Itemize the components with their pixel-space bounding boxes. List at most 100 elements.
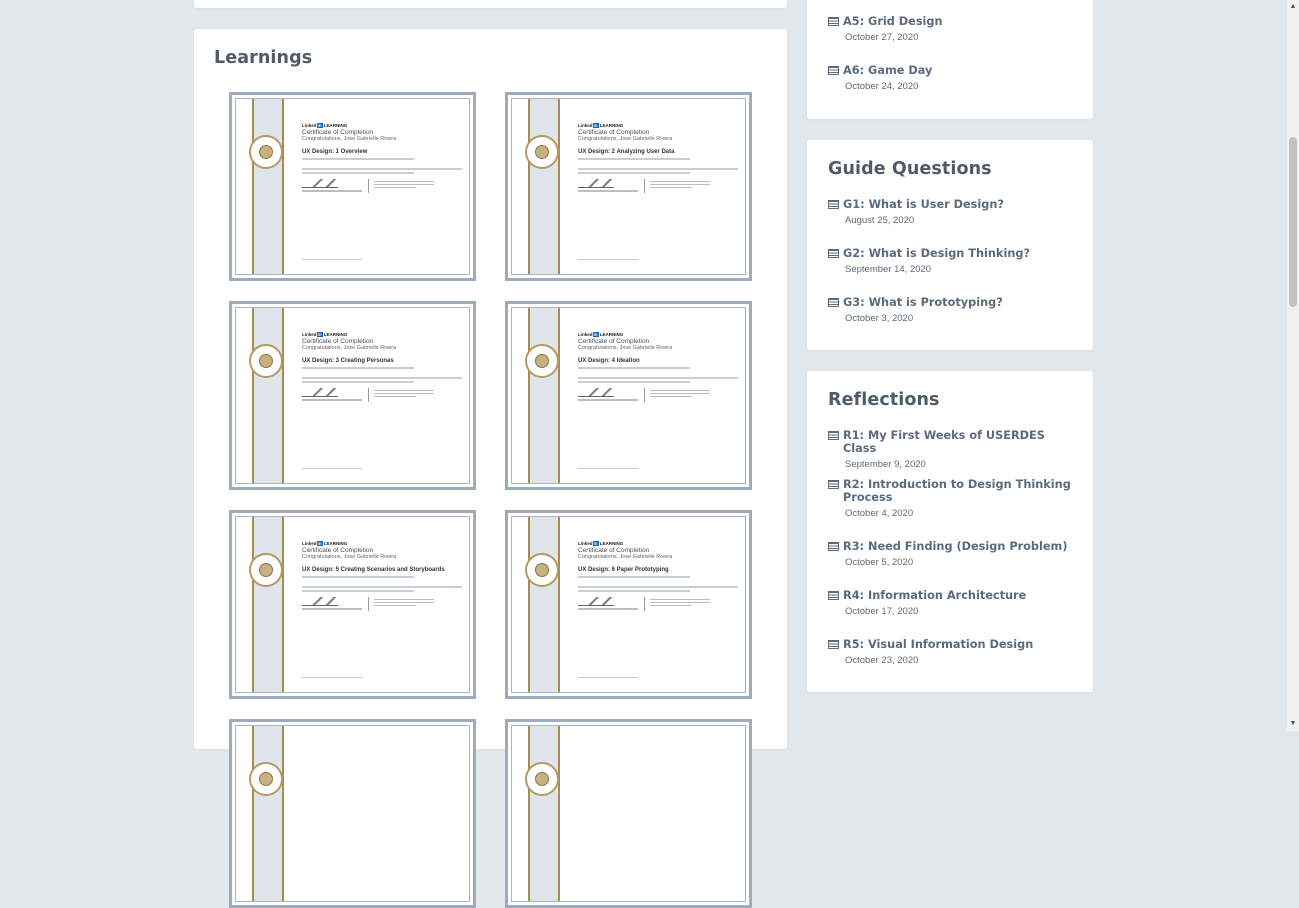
completion-seal-icon <box>525 553 559 587</box>
text-line <box>302 586 462 588</box>
certificate-image[interactable]: Linkedin LEARNING Certificate of Completi… <box>505 92 752 281</box>
post-link[interactable]: A5: Grid Design <box>828 15 1078 28</box>
text-line <box>578 576 690 578</box>
certificate-band <box>252 99 284 274</box>
post-date: August 25, 2020 <box>845 215 915 226</box>
certificate-recipient: Congratulations, Jose Gabrielle Rivera <box>578 136 673 142</box>
guide-questions-card: Guide Questions G1: What is User Design?… <box>807 140 1093 350</box>
text-line <box>302 381 414 383</box>
post-link[interactable]: R5: Visual Information Design <box>828 638 1078 651</box>
post-title[interactable]: R5: Visual Information Design <box>843 638 1033 651</box>
certificate-course-title: UX Design: 6 Paper Prototyping <box>578 567 669 573</box>
post-link[interactable]: G2: What is Design Thinking? <box>828 247 1078 260</box>
post-entry: G1: What is User Design? August 25, 2020 <box>828 198 1078 226</box>
completion-seal-icon <box>249 344 283 378</box>
post-date: October 3, 2020 <box>845 313 914 324</box>
post-title[interactable]: R1: My First Weeks of USERDES Class <box>843 429 1078 455</box>
text-line <box>302 367 414 369</box>
scroll-up-arrow-icon[interactable]: ▲ <box>1287 0 1299 14</box>
post-title[interactable]: R2: Introduction to Design Thinking Proc… <box>843 478 1078 504</box>
certificate-recipient: Congratulations, Jose Gabrielle Rivera <box>578 554 673 560</box>
certificate-recipient: Congratulations, Jose Gabrielle Rivera <box>302 136 397 142</box>
scrollbar-thumb[interactable] <box>1289 137 1297 307</box>
certificate-footer-line <box>578 258 638 260</box>
certificate-text: Linkedin LEARNING Certificate of Completi… <box>578 541 738 611</box>
text-line <box>302 576 414 578</box>
scroll-down-arrow-icon[interactable]: ▼ <box>1287 717 1299 731</box>
certificate-image[interactable]: Linkedin LEARNING Certificate of Completi… <box>229 92 476 281</box>
completion-seal-icon <box>249 135 283 169</box>
certificate-footer-line <box>302 676 362 678</box>
signature-row <box>578 597 738 611</box>
learnings-title: Learnings <box>214 48 313 68</box>
text-line <box>578 377 738 379</box>
signature-icon <box>302 388 338 397</box>
certificate-image[interactable]: Linkedin LEARNING Certificate of Completi… <box>505 510 752 699</box>
certificate-course-title: UX Design: 5 Creating Scenarios and Stor… <box>302 567 445 573</box>
post-icon <box>828 17 839 26</box>
certificate-frame <box>511 725 746 902</box>
text-line <box>578 590 690 592</box>
certificate-text: Linkedin LEARNING Certificate of Completi… <box>302 123 462 193</box>
post-title[interactable]: G3: What is Prototyping? <box>843 296 1003 309</box>
signature-icon <box>302 179 338 188</box>
post-date: September 9, 2020 <box>845 459 926 470</box>
text-line <box>302 172 414 174</box>
post-title[interactable]: R3: Need Finding (Design Problem) <box>843 540 1068 553</box>
certificate-heading: Certificate of Completion <box>578 129 650 136</box>
certificate-text: Linkedin LEARNING Certificate of Completi… <box>578 332 738 402</box>
post-link[interactable]: A6: Game Day <box>828 64 1078 77</box>
certificate-recipient: Congratulations, Jose Gabrielle Rivera <box>578 345 673 351</box>
post-date: October 24, 2020 <box>845 81 919 92</box>
certificate-image[interactable]: Linkedin LEARNING Certificate of Completi… <box>229 510 476 699</box>
text-line <box>302 590 414 592</box>
post-link[interactable]: R2: Introduction to Design Thinking Proc… <box>828 478 1078 504</box>
page-scrollbar[interactable]: ▲ ▼ <box>1287 0 1299 731</box>
post-entry: A5: Grid Design October 27, 2020 <box>828 15 1078 43</box>
text-line <box>578 158 690 160</box>
certificate-footer-line <box>578 676 638 678</box>
certificate-band <box>528 308 560 483</box>
post-title[interactable]: A6: Game Day <box>843 64 932 77</box>
signature-icon <box>578 179 614 188</box>
post-link[interactable]: G1: What is User Design? <box>828 198 1078 211</box>
post-date: October 23, 2020 <box>845 655 919 666</box>
certificate-frame: Linkedin LEARNING Certificate of Completi… <box>235 307 470 484</box>
signature-icon <box>578 388 614 397</box>
text-line <box>302 168 462 170</box>
post-icon <box>828 249 839 258</box>
certificate-band <box>252 308 284 483</box>
certificate-band <box>252 726 284 901</box>
post-entry: R3: Need Finding (Design Problem) Octobe… <box>828 540 1078 568</box>
certificate-heading: Certificate of Completion <box>302 338 374 345</box>
signature-row <box>578 179 738 193</box>
certificate-frame: Linkedin LEARNING Certificate of Completi… <box>235 98 470 275</box>
certificate-image[interactable]: Linkedin LEARNING Certificate of Completi… <box>505 301 752 490</box>
certificate-heading: Certificate of Completion <box>578 338 650 345</box>
post-link[interactable]: R3: Need Finding (Design Problem) <box>828 540 1078 553</box>
certificate-frame <box>235 725 470 902</box>
post-link[interactable]: R1: My First Weeks of USERDES Class <box>828 429 1078 455</box>
certificate-image[interactable] <box>229 719 476 908</box>
signature-row <box>302 597 462 611</box>
post-title[interactable]: G1: What is User Design? <box>843 198 1004 211</box>
post-title[interactable]: G2: What is Design Thinking? <box>843 247 1030 260</box>
post-entry: G2: What is Design Thinking? September 1… <box>828 247 1078 275</box>
previous-section-card <box>194 0 787 8</box>
post-icon <box>828 66 839 75</box>
certificate-text: Linkedin LEARNING Certificate of Completi… <box>302 541 462 611</box>
certificate-image[interactable] <box>505 719 752 908</box>
guide-questions-title: Guide Questions <box>828 159 992 179</box>
certificate-course-title: UX Design: 2 Analyzing User Data <box>578 149 675 155</box>
certificate-text: Linkedin LEARNING Certificate of Completi… <box>578 123 738 193</box>
text-line <box>302 158 414 160</box>
post-link[interactable]: R4: Information Architecture <box>828 589 1078 602</box>
post-link[interactable]: G3: What is Prototyping? <box>828 296 1078 309</box>
post-entry: A6: Game Day October 24, 2020 <box>828 64 1078 92</box>
certificate-footer-line <box>302 467 362 469</box>
certificate-image[interactable]: Linkedin LEARNING Certificate of Completi… <box>229 301 476 490</box>
post-entry: G3: What is Prototyping? October 3, 2020 <box>828 296 1078 324</box>
certificate-band <box>528 726 560 901</box>
post-title[interactable]: R4: Information Architecture <box>843 589 1026 602</box>
post-title[interactable]: A5: Grid Design <box>843 15 943 28</box>
